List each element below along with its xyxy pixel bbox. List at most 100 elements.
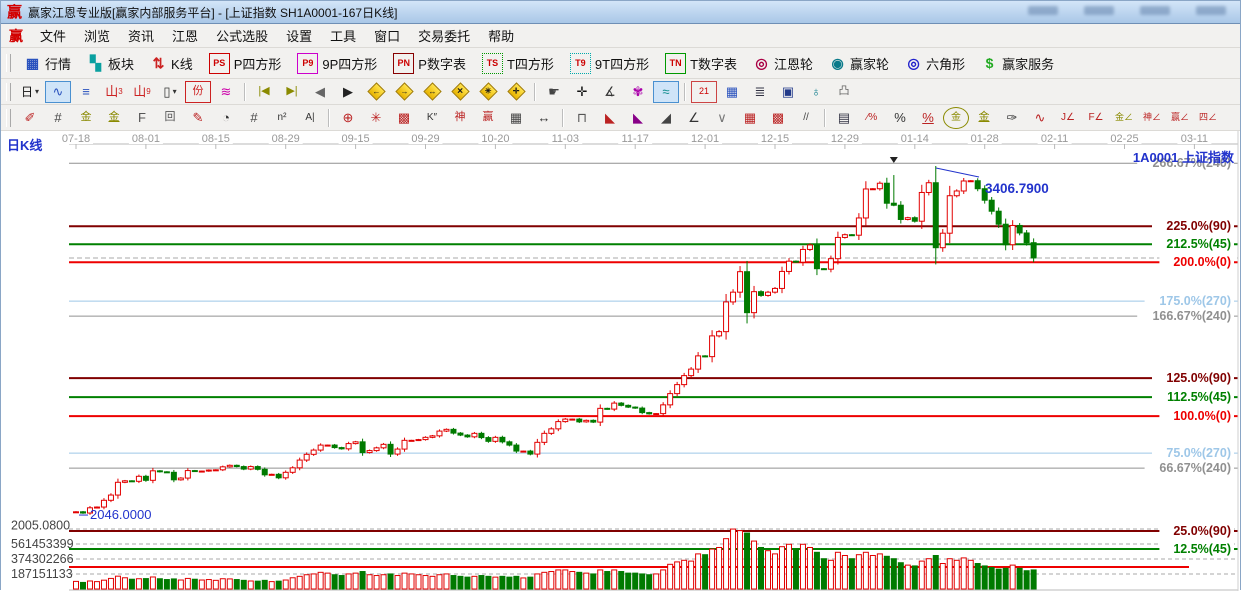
diamond-left-icon[interactable]: ← <box>363 81 389 103</box>
diamond-left-right-icon[interactable]: ↔ <box>419 81 445 103</box>
gold-angle-icon[interactable]: 金∠ <box>1111 107 1137 129</box>
menu-item-设置[interactable]: 设置 <box>277 27 321 46</box>
diamond-right-icon[interactable]: → <box>391 81 417 103</box>
gann-circle-icon[interactable]: ⊕ <box>335 107 361 129</box>
square-web-icon[interactable]: ▩ <box>391 107 417 129</box>
gold-circle-icon[interactable]: 金 <box>943 106 969 129</box>
box-measure-icon[interactable]: ⊓ <box>569 107 595 129</box>
toolbar-grip[interactable] <box>6 82 11 101</box>
pen-tool-icon[interactable]: ✐ <box>17 107 43 129</box>
menu-item-资讯[interactable]: 资讯 <box>119 27 163 46</box>
menu-item-浏览[interactable]: 浏览 <box>75 27 119 46</box>
hexagon-button[interactable]: ◎ 六角形 <box>897 51 973 75</box>
star-web-icon[interactable]: ✳ <box>363 107 389 129</box>
ying-angle-icon[interactable]: 赢∠ <box>1167 107 1193 129</box>
calendar-icon[interactable]: 21 <box>691 80 717 103</box>
crosshair-tool-icon[interactable]: ✛ <box>569 81 595 103</box>
time-cycle-icon[interactable]: ◔ <box>213 107 239 129</box>
zigzag-mode-icon[interactable]: ∿ <box>45 80 71 103</box>
k-mark-icon[interactable]: K″ <box>419 107 445 129</box>
histogram-tool-icon[interactable]: ≋ <box>213 81 239 103</box>
step-back-icon[interactable]: ◀ <box>307 81 333 103</box>
menu-item-帮助[interactable]: 帮助 <box>479 27 523 46</box>
p-square-button[interactable]: PS P四方形 <box>201 51 290 75</box>
j-angle-icon[interactable]: J∠ <box>1055 107 1081 129</box>
menu-item-江恩[interactable]: 江恩 <box>163 27 207 46</box>
grid-tool-2-icon[interactable]: # <box>241 107 267 129</box>
9p-square-button[interactable]: P9 9P四方形 <box>289 51 385 75</box>
candle-pen-icon[interactable]: ✑ <box>999 107 1025 129</box>
menu-item-工具[interactable]: 工具 <box>321 27 365 46</box>
wave-lines-icon[interactable]: ∨ <box>709 107 735 129</box>
hand-tool-icon[interactable]: ☛ <box>541 81 567 103</box>
jump-last-icon[interactable]: ▶| <box>279 81 305 103</box>
toolbar-grip[interactable] <box>6 54 11 72</box>
title-bar[interactable]: 赢 赢家江恩专业版[赢家内部服务平台] - [上证指数 SH1A0001-167… <box>1 1 1240 24</box>
network-icon[interactable]: ♁ <box>803 81 829 103</box>
t-square-button[interactable]: TS T四方形 <box>474 51 562 75</box>
grid-red-2-icon[interactable]: ▩ <box>765 107 791 129</box>
ying-tool-icon[interactable]: 赢 <box>475 107 501 129</box>
9t-square-button[interactable]: T9 9T四方形 <box>562 51 657 75</box>
wave-red-icon[interactable]: ∿ <box>1027 107 1053 129</box>
t-number-table-button[interactable]: TN T数字表 <box>657 51 745 75</box>
percent-line-icon[interactable]: % <box>915 107 941 129</box>
menu-item-文件[interactable]: 文件 <box>31 27 75 46</box>
calculator-icon[interactable]: ▦ <box>719 81 745 103</box>
jump-first-icon[interactable]: |◀ <box>251 81 277 103</box>
toolbar-grip[interactable] <box>6 108 11 127</box>
gann-fan-purple-icon[interactable]: ◣ <box>625 107 651 129</box>
parallel-lines-icon[interactable]: // <box>793 107 819 129</box>
span-arrow-icon[interactable]: ↔ <box>531 107 557 129</box>
marker-pen-icon[interactable]: ✎ <box>185 107 211 129</box>
fen-tool-icon[interactable]: 份 <box>185 80 211 103</box>
gold-grid-1-icon[interactable]: 金 <box>73 107 99 129</box>
gann-fan-red-icon[interactable]: ◣ <box>597 107 623 129</box>
kline-chart[interactable]: 07-18 08-01 08-15 08-29 09-15 09-29 10-20 11-03… <box>1 131 1240 593</box>
menu-item-交易委托[interactable]: 交易委托 <box>409 27 479 46</box>
angle-tool-icon[interactable]: ∡ <box>597 81 623 103</box>
winner-service-button[interactable]: $ 赢家服务 <box>973 51 1062 75</box>
grid-tool-1-icon[interactable]: # <box>45 107 71 129</box>
shen-tool-icon[interactable]: 神 <box>447 107 473 129</box>
mirror-tool-icon[interactable]: A| <box>297 107 323 129</box>
percent-icon[interactable]: % <box>887 107 913 129</box>
p-number-table-button[interactable]: PN P数字表 <box>385 51 474 75</box>
gann-flower-tool-icon[interactable]: ✾ <box>625 81 651 103</box>
spiral-grid-icon[interactable]: 回 <box>157 107 183 129</box>
n-square-icon[interactable]: n² <box>269 107 295 129</box>
gold-grid-2-icon[interactable]: 金 <box>101 107 127 129</box>
percent-slash-icon[interactable]: ∕% <box>859 107 885 129</box>
step-forward-icon[interactable]: ▶ <box>335 81 361 103</box>
si-angle-icon[interactable]: 四∠ <box>1195 107 1221 129</box>
gann-wheel-button[interactable]: ◎ 江恩轮 <box>745 51 821 75</box>
diamond-cross-icon[interactable]: ✛ <box>503 81 529 103</box>
period-day-icon[interactable]: 日 ▾ <box>17 81 43 103</box>
notes-icon[interactable]: ≣ <box>747 81 773 103</box>
bar-stats-icon[interactable]: ▤ <box>831 107 857 129</box>
candle-style-icon[interactable]: ▯ ▾ <box>157 81 183 103</box>
volume-bar <box>911 565 918 590</box>
grid-123-icon[interactable]: ▦ <box>503 107 529 129</box>
winner-wheel-button[interactable]: ◉ 赢家轮 <box>821 51 897 75</box>
sectors-button[interactable]: ▚ 板块 <box>79 51 142 75</box>
gann-fan-dark-icon[interactable]: ◢ <box>653 107 679 129</box>
menu-item-窗口[interactable]: 窗口 <box>365 27 409 46</box>
diamond-star-icon[interactable]: ✳ <box>475 81 501 103</box>
bars-3-icon[interactable]: 山3 <box>101 81 127 103</box>
printer-icon[interactable]: 凸 <box>831 81 857 103</box>
shen-angle-icon[interactable]: 神∠ <box>1139 107 1165 129</box>
gold-line-icon[interactable]: 金 <box>971 107 997 129</box>
bars-9-icon[interactable]: 山9 <box>129 81 155 103</box>
wave-tool-icon[interactable]: ≈ <box>653 80 679 103</box>
f-grid-icon[interactable]: F <box>129 107 155 129</box>
save-icon[interactable]: ▣ <box>775 81 801 103</box>
grid-red-1-icon[interactable]: ▦ <box>737 107 763 129</box>
diamond-close-icon[interactable]: ✕ <box>447 81 473 103</box>
f-angle-icon[interactable]: F∠ <box>1083 107 1109 129</box>
angle-lines-icon[interactable]: ∠ <box>681 107 707 129</box>
kline-button[interactable]: ⇅ K线 <box>142 51 201 75</box>
menu-item-公式选股[interactable]: 公式选股 <box>207 27 277 46</box>
market-quotes-button[interactable]: ▦ 行情 <box>16 51 79 75</box>
info-panel-icon[interactable]: ≡ <box>73 81 99 103</box>
